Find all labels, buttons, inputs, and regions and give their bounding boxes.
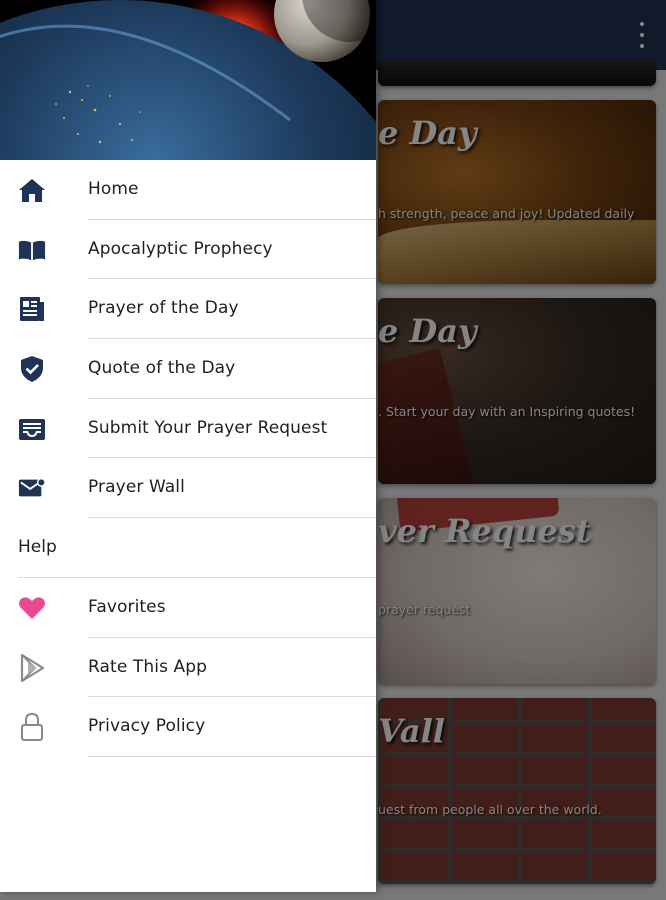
drawer-item-quote-of-the-day[interactable]: Quote of the Day bbox=[0, 339, 376, 399]
heart-icon bbox=[18, 594, 46, 622]
play-store-icon bbox=[18, 653, 46, 682]
verified-shield-icon bbox=[18, 355, 46, 383]
section-label: Help bbox=[18, 537, 57, 558]
drawer-item-label: Prayer Wall bbox=[88, 477, 185, 498]
drawer-item-label: Apocalyptic Prophecy bbox=[88, 238, 273, 259]
help-section-header: Help bbox=[0, 518, 376, 578]
home-icon bbox=[18, 176, 46, 204]
drawer-item-submit-prayer-request[interactable]: Submit Your Prayer Request bbox=[0, 399, 376, 459]
drawer-item-label: Favorites bbox=[88, 596, 166, 617]
drawer-item-label: Prayer of the Day bbox=[88, 298, 239, 319]
drawer-item-home[interactable]: Home bbox=[0, 160, 376, 220]
drawer-item-rate-this-app[interactable]: Rate This App bbox=[0, 638, 376, 698]
drawer-item-favorites[interactable]: Favorites bbox=[0, 578, 376, 638]
drawer-item-label: Privacy Policy bbox=[88, 716, 206, 737]
newspaper-icon bbox=[18, 295, 46, 323]
drawer-item-apocalyptic-prophecy[interactable]: Apocalyptic Prophecy bbox=[0, 220, 376, 280]
open-book-icon bbox=[18, 236, 46, 264]
drawer-header-image bbox=[0, 0, 376, 160]
drawer-item-privacy-policy[interactable]: Privacy Policy bbox=[0, 697, 376, 757]
space-earth-illustration bbox=[0, 0, 376, 160]
inbox-tray-icon bbox=[18, 415, 46, 443]
lock-icon bbox=[18, 713, 46, 742]
drawer-item-prayer-wall[interactable]: Prayer Wall bbox=[0, 458, 376, 519]
drawer-item-label: Rate This App bbox=[88, 656, 208, 677]
drawer-item-label: Home bbox=[88, 179, 139, 199]
navigation-drawer: Home Apocalyptic Prophecy Prayer of the … bbox=[0, 0, 376, 892]
mail-icon bbox=[18, 474, 46, 502]
divider bbox=[88, 755, 376, 757]
drawer-menu: Home Apocalyptic Prophecy Prayer of the … bbox=[0, 160, 376, 757]
drawer-item-prayer-of-the-day[interactable]: Prayer of the Day bbox=[0, 279, 376, 340]
drawer-item-label: Quote of the Day bbox=[88, 358, 236, 379]
drawer-item-label: Submit Your Prayer Request bbox=[88, 417, 328, 438]
